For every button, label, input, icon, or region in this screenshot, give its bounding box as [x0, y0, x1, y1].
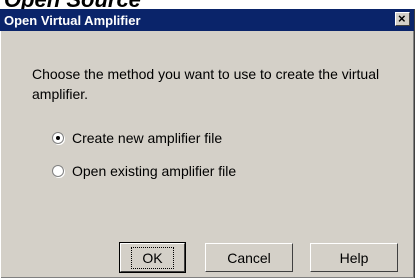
create-new-radio[interactable] — [52, 132, 64, 144]
help-button[interactable]: Help — [310, 243, 398, 272]
screenshot-canvas: Open Source Open Virtual Amplifier × Cho… — [0, 0, 417, 278]
open-existing-label: Open existing amplifier file — [72, 163, 237, 179]
cancel-button-label: Cancel — [227, 249, 271, 266]
dialog-title: Open Virtual Amplifier — [4, 13, 141, 28]
open-existing-amplifier-option[interactable]: Open existing amplifier file — [52, 161, 236, 181]
dialog-titlebar[interactable]: Open Virtual Amplifier × — [0, 9, 414, 31]
create-new-label: Create new amplifier file — [72, 130, 223, 146]
ok-button[interactable]: OK — [119, 242, 186, 273]
close-button[interactable]: × — [395, 11, 410, 26]
ok-button-label: OK — [131, 246, 174, 269]
open-virtual-amplifier-dialog: Open Virtual Amplifier × Choose the meth… — [0, 9, 415, 278]
close-icon: × — [398, 11, 406, 26]
cancel-button[interactable]: Cancel — [205, 243, 293, 272]
create-new-amplifier-option[interactable]: Create new amplifier file — [52, 128, 222, 148]
help-button-label: Help — [339, 249, 369, 266]
open-existing-radio[interactable] — [52, 165, 64, 177]
method-prompt: Choose the method you want to use to cre… — [32, 66, 380, 102]
